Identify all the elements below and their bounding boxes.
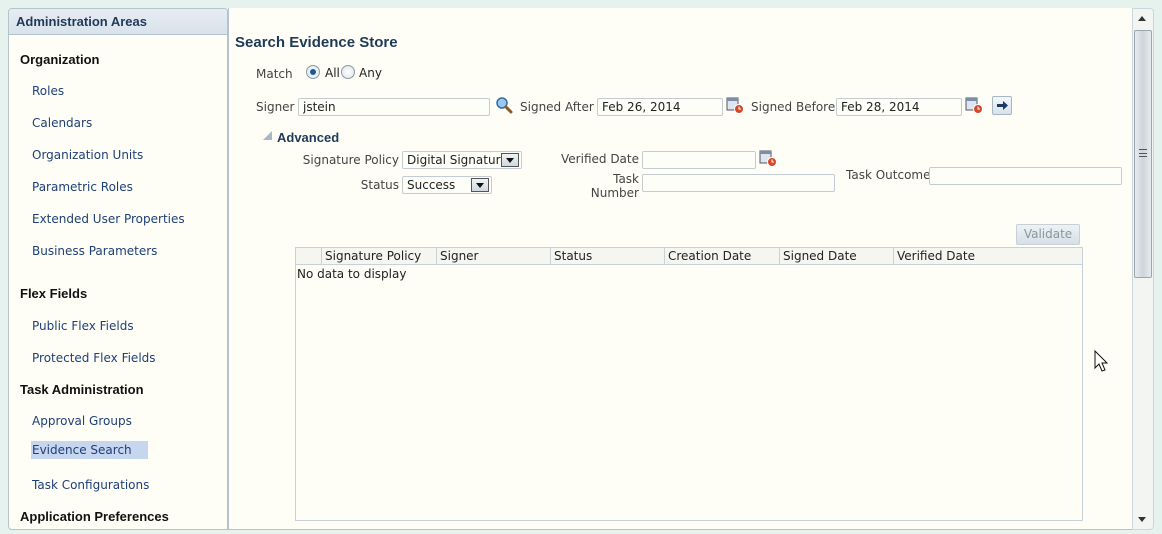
column-header-signature-policy[interactable]: Signature Policy — [321, 248, 436, 265]
task-outcome-input[interactable] — [929, 167, 1122, 185]
task-number-input[interactable] — [642, 174, 835, 192]
page-title: Search Evidence Store — [235, 34, 398, 51]
signed-after-input[interactable] — [597, 98, 723, 116]
column-header-signer[interactable]: Signer — [436, 248, 550, 265]
sidebar-item-calendars[interactable]: Calendars — [31, 114, 93, 132]
match-label: Match — [256, 67, 293, 81]
vertical-scrollbar[interactable] — [1132, 8, 1154, 530]
calendar-icon[interactable] — [726, 96, 744, 114]
task-number-label: Task Number — [579, 172, 639, 200]
empty-message: No data to display — [297, 267, 407, 281]
signed-before-input[interactable] — [836, 98, 962, 116]
signature-policy-select[interactable]: Digital Signature — [402, 151, 522, 169]
scroll-down-arrow-icon[interactable] — [1138, 517, 1146, 522]
task-number-label-line2: Number — [590, 186, 639, 200]
advanced-toggle[interactable]: Advanced — [277, 130, 339, 145]
column-header-status[interactable]: Status — [550, 248, 664, 265]
verified-date-label: Verified Date — [561, 152, 639, 166]
main-content: Search Evidence Store Match All Any Sign… — [228, 8, 1132, 530]
sidebar-item-approval-groups[interactable]: Approval Groups — [31, 412, 133, 430]
match-any-label[interactable]: Any — [359, 66, 382, 80]
mouse-cursor-icon — [1094, 350, 1109, 372]
scrollbar-thumb[interactable] — [1134, 30, 1152, 278]
arrow-right-icon — [997, 101, 1008, 110]
signed-after-label: Signed After — [520, 100, 594, 114]
match-all-label[interactable]: All — [325, 66, 340, 80]
validate-button[interactable]: Validate — [1016, 224, 1080, 245]
advanced-toggle-icon[interactable] — [263, 131, 272, 140]
dropdown-arrow-icon — [501, 153, 519, 167]
status-select[interactable]: Success — [402, 176, 492, 194]
column-header-verified-date[interactable]: Verified Date — [893, 248, 1081, 265]
section-organization: Organization — [20, 52, 100, 67]
status-label: Status — [360, 178, 399, 192]
scroll-up-arrow-icon[interactable] — [1138, 16, 1146, 21]
calendar-icon[interactable] — [759, 149, 777, 167]
sidebar-item-organization-units[interactable]: Organization Units — [31, 146, 144, 164]
sidebar-item-protected-flex-fields[interactable]: Protected Flex Fields — [31, 349, 157, 367]
section-application-preferences: Application Preferences — [20, 509, 169, 524]
table-header: Signature Policy Signer Status Creation … — [296, 248, 1082, 265]
signature-policy-value: Digital Signature — [407, 153, 508, 167]
status-value: Success — [407, 178, 456, 192]
calendar-icon[interactable] — [965, 96, 983, 114]
panel-header: Administration Areas — [9, 9, 227, 35]
search-icon[interactable] — [495, 96, 513, 114]
task-outcome-label: Task Outcome — [846, 168, 931, 182]
sidebar-item-extended-user-properties[interactable]: Extended User Properties — [31, 210, 186, 228]
signer-input[interactable] — [298, 98, 490, 116]
signer-label: Signer — [256, 100, 295, 114]
search-go-button[interactable] — [992, 96, 1012, 115]
sidebar-item-parametric-roles[interactable]: Parametric Roles — [31, 178, 134, 196]
results-table: Signature Policy Signer Status Creation … — [295, 247, 1083, 521]
sidebar-item-roles[interactable]: Roles — [31, 82, 65, 100]
admin-areas-panel: Administration Areas Organization Roles … — [8, 8, 228, 530]
column-header-signed-date[interactable]: Signed Date — [779, 248, 893, 265]
verified-date-input[interactable] — [642, 151, 756, 169]
match-any-radio[interactable] — [341, 65, 355, 79]
sidebar-item-business-parameters[interactable]: Business Parameters — [31, 242, 158, 260]
column-header-creation-date[interactable]: Creation Date — [664, 248, 779, 265]
sidebar-item-task-configurations[interactable]: Task Configurations — [31, 476, 150, 494]
match-all-radio[interactable] — [306, 65, 320, 79]
signature-policy-label: Signature Policy — [302, 153, 399, 167]
dropdown-arrow-icon — [471, 178, 489, 192]
section-task-administration: Task Administration — [20, 382, 144, 397]
signed-before-label: Signed Before — [751, 100, 836, 114]
sidebar-item-public-flex-fields[interactable]: Public Flex Fields — [31, 317, 135, 335]
section-flex-fields: Flex Fields — [20, 286, 88, 301]
column-header-selector — [296, 248, 321, 265]
sidebar-item-evidence-search[interactable]: Evidence Search — [31, 441, 148, 459]
grip-icon — [1139, 149, 1147, 157]
task-number-label-line1: Task — [613, 172, 639, 186]
